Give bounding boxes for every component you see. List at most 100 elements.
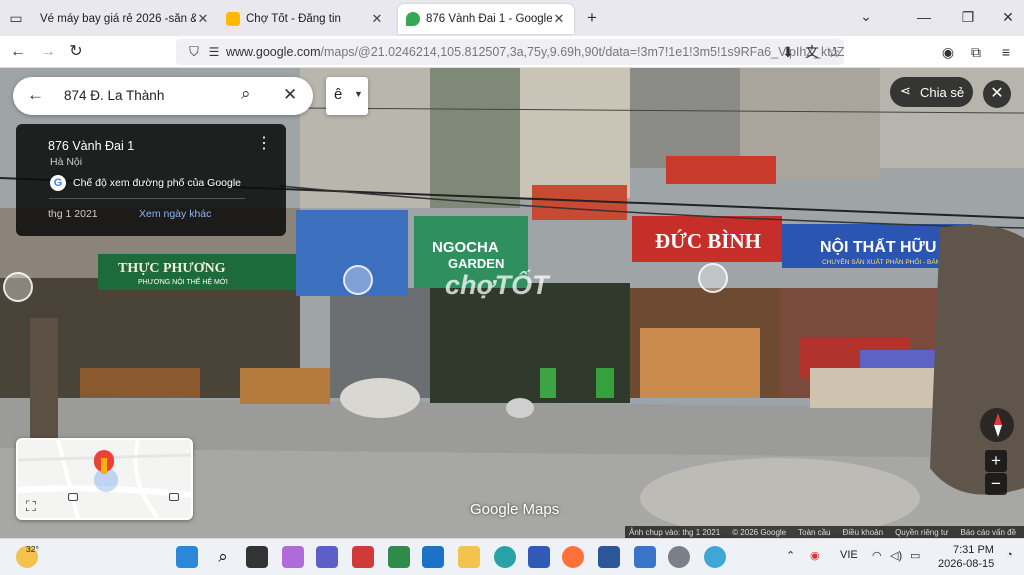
compass-south-needle [994, 425, 1002, 437]
file-explorer-icon[interactable] [458, 546, 480, 568]
minimize-button[interactable]: — [914, 7, 934, 27]
sign-thuc-phuong: THỰC PHƯƠNG [118, 261, 226, 276]
share-icon: ⋖ [900, 83, 911, 98]
outlook-icon[interactable] [422, 546, 444, 568]
url-path: /maps/@21.0246214,105.812507,3a,75y,9.69… [320, 45, 845, 59]
new-tab-button[interactable]: + [582, 8, 602, 28]
divider [49, 198, 245, 199]
google-logo-icon: G [50, 175, 66, 191]
close-window-button[interactable]: ✕ [998, 7, 1018, 27]
tray-alert-icon[interactable]: ◉ [810, 549, 820, 562]
maps-favicon-icon [406, 12, 420, 26]
location-info-card: 876 Vành Đai 1 Hà Nội ⋮ G Chế độ xem đườ… [16, 124, 286, 236]
word-icon[interactable] [598, 546, 620, 568]
reload-button[interactable]: ↻ [66, 42, 86, 62]
copilot-icon[interactable] [282, 546, 304, 568]
network-app-icon[interactable] [704, 546, 726, 568]
firefox-icon[interactable] [562, 546, 584, 568]
shop-pin-icon[interactable] [698, 263, 728, 293]
battery-icon[interactable]: ▭ [910, 549, 920, 562]
notifications-icon[interactable]: ◔ [1006, 549, 1013, 561]
tab-close-button[interactable]: ✕ [552, 11, 566, 27]
tab-bar: ▭ Vé máy bay giá rẻ 2026 -săn & mua ✕ Ch… [0, 0, 1024, 36]
tab-close-button[interactable]: ✕ [370, 11, 384, 27]
pegman-icon [101, 458, 107, 474]
compass-north-needle [994, 413, 1002, 425]
tab-chotot[interactable]: Chợ Tốt - Đăng tin ✕ [218, 4, 392, 34]
tab-title: Vé máy bay giá rẻ 2026 -săn & mua [40, 13, 196, 25]
account-icon[interactable]: ◉ [938, 42, 958, 62]
chevron-down-icon: ▼ [354, 89, 363, 99]
ms-store-icon[interactable] [528, 546, 550, 568]
shield-icon[interactable]: ⛉ [184, 42, 204, 62]
browser-window: ▭ Vé máy bay giá rẻ 2026 -săn & mua ✕ Ch… [0, 0, 1024, 68]
settings-gear-icon[interactable] [668, 546, 690, 568]
clock-time[interactable]: 7:31 PM [953, 544, 994, 556]
input-language-button[interactable]: ê ▼ [326, 77, 368, 115]
input-language-indicator[interactable]: VIE [840, 549, 858, 561]
sign-garden: GARDEN [448, 256, 504, 271]
search-icon[interactable]: ⌕ [241, 84, 251, 104]
app-menu-icon[interactable]: ≡ [996, 42, 1016, 62]
place-pin-icon[interactable] [343, 265, 373, 295]
download-page-icon[interactable]: ⬇ [778, 42, 798, 62]
translate-icon[interactable]: 文 [802, 42, 822, 62]
paint-icon[interactable] [634, 546, 656, 568]
map-footer: Ảnh chụp vào: thg 1 2021 © 2026 Google T… [625, 526, 1024, 538]
tab-close-button[interactable]: ✕ [196, 11, 210, 27]
location-subtitle: Hà Nội [50, 156, 83, 168]
zoom-in-button[interactable]: + [985, 450, 1007, 472]
share-button[interactable]: ⋖ Chia sẻ [890, 77, 973, 107]
capture-date: thg 1 2021 [48, 208, 98, 220]
extensions-icon[interactable]: ⧉ [966, 42, 986, 62]
back-arrow-icon[interactable]: ← [27, 85, 44, 105]
bus-stop-icon [169, 493, 179, 501]
global-link[interactable]: Toàn cầu [798, 528, 830, 537]
tab-google-maps[interactable]: 876 Vành Đai 1 - Google Maps ✕ [398, 4, 574, 34]
site-settings-icon[interactable]: ☰ [204, 42, 224, 62]
forward-button[interactable]: → [38, 42, 58, 62]
tab-list-icon[interactable]: ▭ [6, 8, 26, 28]
teams-icon[interactable] [316, 546, 338, 568]
location-title: 876 Vành Đai 1 [48, 139, 135, 153]
tab-flights[interactable]: Vé máy bay giá rẻ 2026 -săn & mua ✕ [32, 4, 218, 34]
bus-stop-icon [68, 493, 78, 501]
street-view-mode-label: Chế độ xem đường phố của Google [73, 177, 242, 189]
navigation-bar: ← → ↻ www.google.com/maps/@21.0246214,10… [0, 36, 1024, 68]
wifi-icon[interactable]: ◠ [872, 549, 882, 562]
search-box[interactable]: ← 874 Đ. La Thành ⌕ ✕ [13, 77, 313, 115]
search-icon[interactable]: ⌕ [212, 546, 234, 568]
volume-icon[interactable]: ◁) [890, 549, 902, 562]
sign-noi-that: NỘI THẤT HỮU [820, 236, 936, 256]
compass-icon[interactable] [980, 408, 1014, 442]
sign-ngoc-ha: NGOCHA [432, 239, 499, 256]
start-button-icon[interactable] [176, 546, 198, 568]
privacy-link[interactable]: Quyền riêng tư [895, 528, 948, 537]
clock-date[interactable]: 2026-08-15 [938, 558, 994, 570]
more-options-icon[interactable]: ⋮ [256, 136, 272, 152]
tray-overflow-icon[interactable]: ⌃ [786, 549, 795, 562]
back-button[interactable]: ← [8, 42, 28, 62]
gift-icon[interactable] [352, 546, 374, 568]
place-pin-icon[interactable] [3, 272, 33, 302]
street-view-viewer[interactable]: THỰC PHƯƠNG PHƯƠNG NỘI THẾ HỆ MỚI NGOCHA… [0, 68, 1024, 538]
task-view-icon[interactable] [246, 546, 268, 568]
tab-title: Chợ Tốt - Đăng tin [246, 13, 341, 25]
expand-map-icon[interactable]: ⛶ [26, 498, 36, 515]
maximize-button[interactable]: ❐ [958, 7, 978, 27]
search-query[interactable]: 874 Đ. La Thành [64, 88, 164, 103]
share-label: Chia sẻ [920, 84, 965, 100]
weather-temperature: 32° [26, 544, 39, 554]
bookmark-star-icon[interactable]: ☆ [824, 42, 844, 62]
address-bar[interactable]: www.google.com/maps/@21.0246214,105.8125… [176, 39, 844, 65]
tab-list-dropdown-icon[interactable]: ⌄ [856, 6, 876, 26]
close-street-view-button[interactable]: ✕ [983, 80, 1011, 108]
store-app-icon[interactable] [388, 546, 410, 568]
minimap[interactable]: ⛶ [16, 438, 193, 520]
edge-icon[interactable] [494, 546, 516, 568]
terms-link[interactable]: Điều khoản [843, 528, 883, 537]
clear-search-icon[interactable]: ✕ [283, 85, 297, 105]
zoom-out-button[interactable]: − [985, 473, 1007, 495]
see-more-dates-link[interactable]: Xem ngày khác [139, 208, 211, 220]
report-problem-link[interactable]: Báo cáo vấn đề [960, 528, 1016, 537]
